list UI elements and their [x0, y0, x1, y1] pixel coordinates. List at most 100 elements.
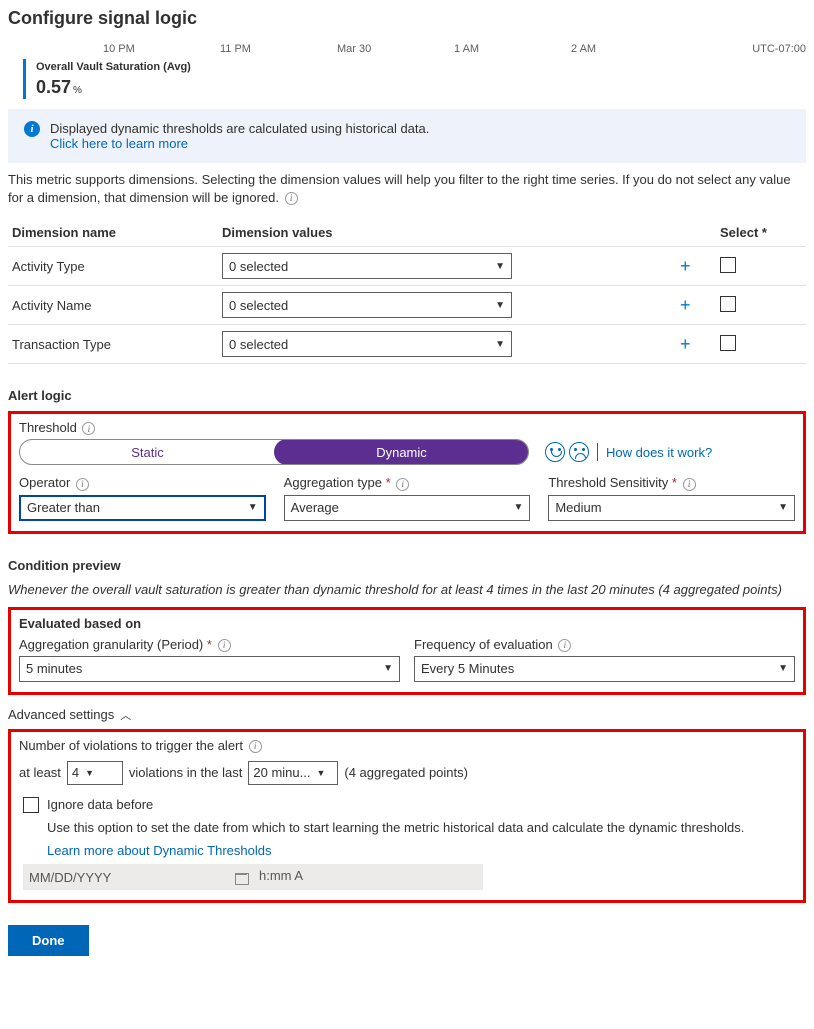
chevron-down-icon: ▼: [316, 768, 325, 778]
threshold-static-option[interactable]: Static: [20, 440, 275, 464]
ignore-data-block: Ignore data before Use this option to se…: [19, 797, 795, 890]
sad-face-icon[interactable]: [569, 442, 589, 462]
violation-count-select[interactable]: 4▼: [67, 761, 123, 785]
dimension-values-select[interactable]: 0 selected▼: [222, 253, 512, 279]
ignore-time-input[interactable]: h:mm A: [253, 864, 483, 890]
dimension-help-content: This metric supports dimensions. Selecti…: [8, 172, 791, 205]
info-icon[interactable]: i: [683, 478, 696, 491]
dim-header-select: Select *: [716, 219, 806, 247]
metric-value-number: 0.57: [36, 77, 71, 97]
time-tick: Mar 30: [337, 43, 454, 55]
info-icon[interactable]: i: [558, 639, 571, 652]
dim-header-values: Dimension values: [218, 219, 676, 247]
violation-window-select[interactable]: 20 minu... ▼: [248, 761, 338, 785]
info-text: Displayed dynamic thresholds are calcula…: [50, 121, 429, 136]
dimension-values-select[interactable]: 0 selected ▼: [222, 292, 512, 318]
timezone-label: UTC-07:00: [752, 43, 806, 55]
advanced-settings-section: Number of violations to trigger the aler…: [8, 729, 806, 903]
how-does-it-work-link[interactable]: How does it work?: [606, 445, 712, 460]
page-title: Configure signal logic: [8, 8, 806, 29]
violations-row: at least 4▼ violations in the last 20 mi…: [19, 761, 795, 785]
info-icon[interactable]: i: [396, 478, 409, 491]
happy-face-icon[interactable]: [545, 442, 565, 462]
time-tick: 2 AM: [571, 43, 688, 55]
separator: [597, 443, 598, 461]
learn-more-link[interactable]: Click here to learn more: [50, 136, 429, 151]
condition-preview-text: Whenever the overall vault saturation is…: [8, 581, 806, 599]
select-value: 0 selected: [229, 337, 288, 352]
info-icon[interactable]: i: [218, 639, 231, 652]
time-tick: 1 AM: [454, 43, 571, 55]
advanced-settings-toggle[interactable]: Advanced settings ︿: [8, 707, 806, 723]
chevron-down-icon: ▼: [495, 300, 505, 311]
condition-preview-heading: Condition preview: [8, 558, 806, 573]
evaluation-section: Evaluated based on Aggregation granulari…: [8, 607, 806, 695]
dimension-row: Transaction Type 0 selected▼ +: [8, 325, 806, 364]
advanced-settings-label: Advanced settings: [8, 707, 114, 722]
granularity-label: Aggregation granularity (Period) * i: [19, 637, 400, 652]
select-value: 5 minutes: [26, 661, 82, 676]
time-axis: 10 PM 11 PM Mar 30 1 AM 2 AM UTC-07:00: [8, 43, 806, 55]
metric-card: Overall Vault Saturation (Avg) 0.57%: [23, 59, 806, 99]
threshold-toggle: Static Dynamic: [19, 439, 529, 465]
select-value: Medium: [555, 500, 601, 515]
dimensions-table: Dimension name Dimension values Select *…: [8, 219, 806, 364]
metric-unit: %: [73, 85, 82, 96]
feedback-widget: How does it work?: [545, 442, 712, 462]
metric-name: Overall Vault Saturation (Avg): [36, 61, 191, 73]
dim-header-name: Dimension name: [8, 219, 218, 247]
select-checkbox[interactable]: [720, 257, 736, 273]
dimension-row: Activity Type 0 selected▼ +: [8, 247, 806, 286]
ignore-date-input[interactable]: MM/DD/YYYY: [23, 864, 253, 890]
dimension-values-select[interactable]: 0 selected ▼: [222, 331, 512, 357]
chevron-down-icon: ▼: [383, 663, 393, 674]
add-dimension-button[interactable]: +: [680, 295, 691, 315]
dimension-row: Activity Name 0 selected ▼ +: [8, 286, 806, 325]
select-value: 0 selected: [229, 298, 288, 313]
info-icon[interactable]: i: [285, 192, 298, 205]
calendar-icon: [235, 871, 247, 883]
learn-more-thresholds-link[interactable]: Learn more about Dynamic Thresholds: [47, 843, 795, 858]
ignore-data-checkbox[interactable]: [23, 797, 39, 813]
sensitivity-label: Threshold Sensitivity * i: [548, 475, 795, 490]
chevron-down-icon: ▼: [85, 768, 94, 778]
info-icon[interactable]: i: [249, 740, 262, 753]
dimension-help-text: This metric supports dimensions. Selecti…: [8, 171, 806, 207]
dimension-name: Activity Type: [8, 247, 218, 286]
time-tick: 11 PM: [220, 43, 337, 55]
frequency-select[interactable]: Every 5 Minutes ▼: [414, 656, 795, 682]
evaluated-based-on-heading: Evaluated based on: [19, 616, 795, 631]
metric-value: 0.57%: [36, 77, 191, 98]
select-value: 4: [72, 765, 79, 780]
chevron-down-icon: ▼: [778, 502, 788, 513]
ignore-data-label: Ignore data before: [47, 797, 153, 812]
violations-label: Number of violations to trigger the aler…: [19, 738, 243, 753]
date-placeholder: MM/DD/YYYY: [29, 870, 111, 885]
chevron-down-icon: ▼: [495, 339, 505, 350]
info-icon[interactable]: i: [76, 478, 89, 491]
select-value: 20 minu...: [253, 765, 310, 780]
info-icon: i: [24, 121, 40, 137]
select-value: Every 5 Minutes: [421, 661, 514, 676]
threshold-dynamic-option[interactable]: Dynamic: [274, 439, 529, 465]
aggregation-type-select[interactable]: Average▼: [284, 495, 531, 521]
chevron-down-icon: ▼: [248, 502, 258, 513]
frequency-label: Frequency of evaluation i: [414, 637, 795, 652]
select-checkbox[interactable]: [720, 296, 736, 312]
at-least-text: at least: [19, 765, 61, 780]
chevron-up-icon: ︿: [120, 707, 131, 723]
in-last-text: violations in the last: [129, 765, 242, 780]
granularity-select[interactable]: 5 minutes ▼: [19, 656, 400, 682]
operator-select[interactable]: Greater than▼: [19, 495, 266, 521]
alert-logic-heading: Alert logic: [8, 388, 806, 403]
add-dimension-button[interactable]: +: [680, 334, 691, 354]
operator-label: Operator i: [19, 475, 266, 490]
chevron-down-icon: ▼: [778, 663, 788, 674]
info-callout: i Displayed dynamic thresholds are calcu…: [8, 109, 806, 163]
done-button[interactable]: Done: [8, 925, 89, 956]
add-dimension-button[interactable]: +: [680, 256, 691, 276]
select-checkbox[interactable]: [720, 335, 736, 351]
dimension-name: Activity Name: [8, 286, 218, 325]
info-icon[interactable]: i: [82, 422, 95, 435]
sensitivity-select[interactable]: Medium ▼: [548, 495, 795, 521]
